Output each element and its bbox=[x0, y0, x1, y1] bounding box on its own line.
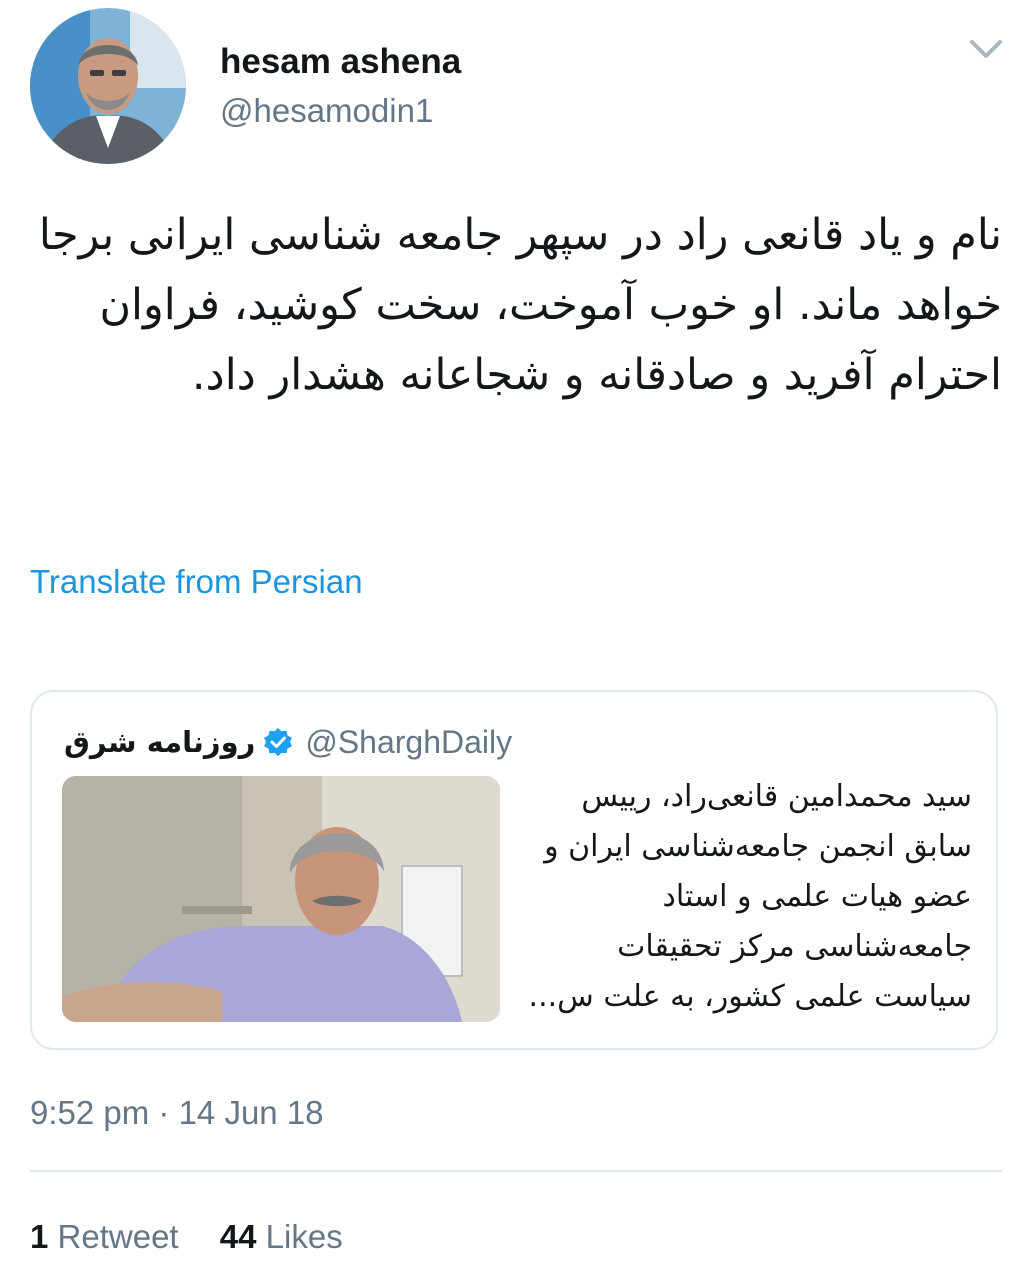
quoted-tweet-image[interactable] bbox=[62, 776, 500, 1022]
quoted-tweet-card[interactable]: روزنامه شرق @SharghDaily سید محمدامین قا… bbox=[30, 690, 998, 1050]
retweets-stat[interactable]: 1 Retweet bbox=[30, 1218, 179, 1256]
divider bbox=[30, 1170, 1002, 1172]
retweets-label: Retweet bbox=[57, 1218, 179, 1255]
likes-label: Likes bbox=[265, 1218, 343, 1255]
likes-stat[interactable]: 44 Likes bbox=[220, 1218, 343, 1256]
quoted-tweet-text: سید محمدامین قانعی‌راد، رییس سابق انجمن … bbox=[528, 779, 972, 1014]
author-avatar[interactable] bbox=[30, 8, 186, 164]
tweet-stats: 1 Retweet 44 Likes bbox=[30, 1218, 375, 1256]
quoted-tweet-header: روزنامه شرق @SharghDaily bbox=[64, 720, 512, 764]
chevron-down-icon[interactable] bbox=[966, 34, 1006, 64]
likes-count: 44 bbox=[219, 1218, 257, 1255]
quoted-author-name: روزنامه شرق bbox=[64, 725, 256, 759]
tweet-text: نام و یاد قانعی راد در سپهر جامعه شناسی … bbox=[38, 210, 1002, 400]
retweets-count: 1 bbox=[30, 1218, 49, 1255]
tweet-timestamp[interactable]: 9:52 pm · 14 Jun 18 bbox=[30, 1094, 324, 1132]
author-handle[interactable]: @hesamodin1 bbox=[220, 92, 433, 130]
quoted-author-handle: @SharghDaily bbox=[305, 723, 513, 760]
verified-badge-icon bbox=[263, 727, 293, 757]
author-name[interactable]: hesam ashena bbox=[220, 42, 461, 82]
translate-link[interactable]: Translate from Persian bbox=[30, 563, 363, 601]
